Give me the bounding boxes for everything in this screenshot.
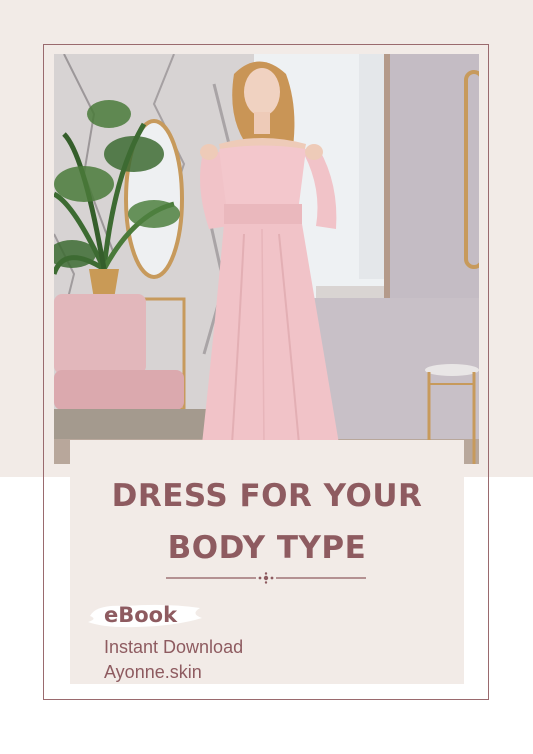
ornament-divider — [166, 572, 366, 584]
diamond-ornament-icon — [258, 572, 274, 584]
instant-download-text: Instant Download — [104, 637, 244, 657]
cover-title-line-2: BODY TYPE — [167, 530, 367, 566]
cover-photo — [54, 54, 479, 464]
website-text: Ayonne.skin — [104, 662, 202, 682]
cover-title: DRESS FOR YOUR BODY TYPE — [70, 470, 464, 574]
ebook-badge: eBook — [86, 600, 204, 632]
title-card: DRESS FOR YOUR BODY TYPE eBook Instant D… — [70, 440, 464, 684]
ebook-label: eBook — [104, 603, 178, 627]
cover-title-line-1: DRESS FOR YOUR — [111, 478, 423, 514]
